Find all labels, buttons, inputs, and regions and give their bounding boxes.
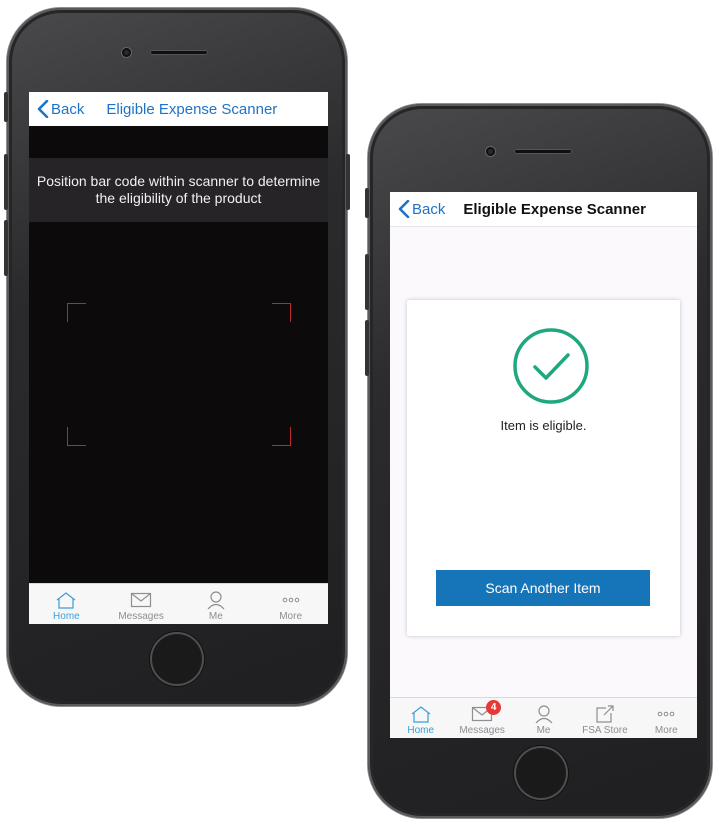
- camera-viewfinder: Position bar code within scanner to dete…: [29, 126, 328, 584]
- tab-me[interactable]: Me: [179, 584, 254, 624]
- earpiece-speaker: [514, 149, 572, 154]
- volume-up-button: [4, 154, 8, 210]
- instruction-line-1: Position bar code within scanner to dete…: [36, 173, 321, 189]
- scan-another-item-button[interactable]: Scan Another Item: [436, 570, 650, 606]
- tab-bar: Home 4 Messages Me FSA Store More: [390, 697, 697, 738]
- nav-bar: Back Eligible Expense Scanner: [390, 192, 697, 227]
- tab-label: Me: [536, 725, 551, 736]
- checkmark-circle-icon: [513, 328, 589, 404]
- left-phone: Back Eligible Expense Scanner Position b…: [4, 8, 350, 706]
- mute-switch: [365, 188, 369, 218]
- tab-more[interactable]: More: [636, 698, 697, 738]
- tab-label: FSA Store: [582, 725, 628, 736]
- person-icon: [207, 591, 225, 610]
- tab-label: Home: [53, 611, 80, 622]
- more-dots-icon: [282, 597, 299, 603]
- tab-label: Messages: [118, 611, 164, 622]
- tab-messages[interactable]: 4 Messages: [451, 698, 512, 738]
- home-icon: [411, 706, 431, 723]
- home-button[interactable]: [514, 746, 568, 800]
- unread-count-badge: 4: [486, 700, 502, 715]
- scan-frame-corner-top-left: [67, 303, 86, 322]
- mute-switch: [4, 92, 8, 122]
- scan-frame-corner-top-right: [272, 303, 291, 322]
- front-camera: [486, 147, 495, 156]
- tab-more[interactable]: More: [253, 584, 328, 624]
- content-area: Item is eligible. Scan Another Item: [390, 227, 697, 698]
- tab-home[interactable]: Home: [390, 698, 451, 738]
- person-icon: [535, 705, 552, 724]
- earpiece-speaker: [150, 50, 208, 55]
- right-phone: Back Eligible Expense Scanner Item is el…: [365, 104, 712, 818]
- back-button[interactable]: Back: [37, 100, 84, 118]
- tab-messages[interactable]: Messages: [104, 584, 179, 624]
- result-message: Item is eligible.: [500, 418, 587, 433]
- result-card: Item is eligible. Scan Another Item: [407, 300, 680, 636]
- envelope-icon: [131, 592, 152, 608]
- tab-label: More: [654, 725, 678, 736]
- left-screen: Back Eligible Expense Scanner Position b…: [29, 92, 328, 624]
- page-title: Eligible Expense Scanner: [463, 200, 646, 218]
- tab-label: Messages: [459, 725, 505, 736]
- home-icon: [57, 592, 76, 609]
- scan-frame-corner-bottom-left: [67, 427, 86, 446]
- tab-me[interactable]: Me: [513, 698, 574, 738]
- scanner-instruction: Position bar code within scanner to dete…: [29, 158, 328, 222]
- tab-label: More: [279, 611, 303, 622]
- front-camera: [122, 48, 131, 57]
- volume-down-button: [4, 220, 8, 276]
- tab-fsa-store[interactable]: FSA Store: [574, 698, 635, 738]
- back-label: Back: [412, 200, 446, 218]
- volume-down-button: [365, 320, 369, 376]
- tab-home[interactable]: Home: [29, 584, 104, 624]
- tab-label: Me: [208, 611, 223, 622]
- home-button[interactable]: [150, 632, 204, 686]
- chevron-left-icon: [37, 100, 49, 118]
- nav-bar: Back Eligible Expense Scanner: [29, 92, 328, 126]
- right-screen: Back Eligible Expense Scanner Item is el…: [390, 192, 697, 738]
- scan-frame-corner-bottom-right: [272, 427, 291, 446]
- back-button[interactable]: Back: [398, 200, 445, 218]
- tab-label: Home: [407, 725, 435, 736]
- back-label: Back: [51, 100, 85, 118]
- external-store-icon: [596, 705, 614, 723]
- tab-bar: Home Messages Me More: [29, 583, 328, 624]
- more-dots-icon: [658, 711, 675, 717]
- chevron-left-icon: [398, 200, 410, 218]
- instruction-line-2: the eligibility of the product: [95, 190, 262, 206]
- volume-up-button: [365, 254, 369, 310]
- page-title: Eligible Expense Scanner: [106, 100, 278, 118]
- power-button: [346, 154, 350, 210]
